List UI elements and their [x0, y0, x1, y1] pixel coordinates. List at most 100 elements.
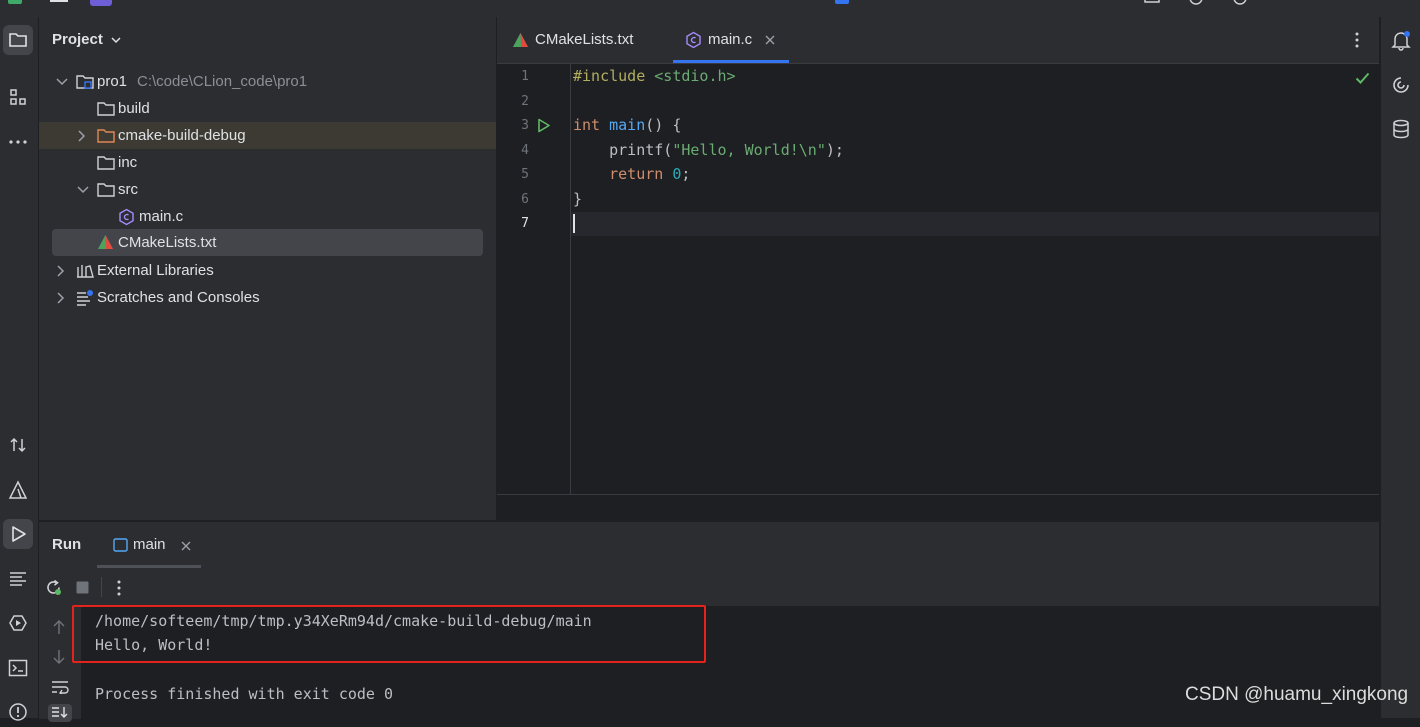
project-panel: Project pro1 C:\code\CLion_code\pro1 bui… — [39, 17, 496, 520]
stop-icon[interactable] — [76, 581, 89, 594]
ai-assistant-icon — [1393, 77, 1409, 93]
line-number: 7 — [521, 216, 529, 231]
module-folder-icon — [76, 75, 94, 89]
arrow-up-icon[interactable] — [53, 619, 65, 635]
code-line-4: printf("Hello, World!\n"); — [573, 141, 844, 159]
commit-tool-button[interactable] — [3, 430, 33, 460]
checkmark-icon[interactable] — [1355, 72, 1370, 84]
arrow-down-icon[interactable] — [53, 649, 65, 665]
tree-item-label: External Libraries — [97, 262, 214, 279]
code-token: ); — [825, 141, 844, 159]
chevron-down-icon — [111, 36, 121, 44]
chevron-down-icon[interactable] — [77, 185, 89, 194]
line-number: 5 — [521, 167, 529, 182]
tree-item-main-c[interactable]: main.c — [39, 203, 496, 230]
chevron-right-icon[interactable] — [56, 292, 65, 304]
highlight-annotation-box — [72, 605, 706, 663]
run-tool-button[interactable] — [3, 519, 33, 549]
line-number: 3 — [521, 118, 529, 133]
database-button[interactable] — [1387, 115, 1415, 143]
code-line-6: } — [573, 190, 582, 208]
folder-icon — [97, 183, 115, 197]
right-tool-stripe — [1380, 17, 1420, 718]
commit-icon — [10, 437, 26, 453]
scroll-to-end-button[interactable] — [48, 704, 72, 722]
tree-item-cmakelists[interactable]: CMakeLists.txt — [52, 229, 483, 256]
chevron-right-icon[interactable] — [56, 265, 65, 277]
tree-item-label: main.c — [139, 208, 184, 225]
line-number: 2 — [521, 94, 529, 109]
more-tools-button[interactable] — [3, 127, 33, 157]
watermark: CSDN @huamu_xingkong — [1185, 684, 1409, 705]
problems-tool-button[interactable] — [3, 697, 33, 727]
tab-cmakelists[interactable]: CMakeLists.txt — [512, 17, 662, 63]
code-line-5: return 0; — [573, 165, 690, 183]
tree-item-label: build — [118, 100, 150, 117]
project-panel-title[interactable]: Project — [52, 31, 121, 48]
left-tool-stripe — [0, 17, 39, 721]
tree-item-label: pro1 — [97, 73, 128, 90]
terminal-tool-button[interactable] — [3, 653, 33, 683]
line-number: 1 — [521, 69, 529, 84]
folder-icon — [9, 33, 27, 47]
code-token: printf( — [609, 141, 673, 159]
tree-item-label: cmake-build-debug — [118, 127, 246, 144]
cmake-tool-button[interactable] — [3, 475, 33, 505]
tree-item-cmake-build-debug[interactable]: cmake-build-debug — [39, 122, 496, 149]
todo-tool-button[interactable] — [3, 564, 33, 594]
editor-bottom-area — [497, 494, 1379, 521]
tree-item-src[interactable]: src — [39, 176, 496, 203]
scratches-icon — [77, 290, 93, 306]
chevron-down-icon[interactable] — [56, 77, 68, 86]
current-line-highlight — [571, 212, 1379, 236]
code-token: return — [609, 165, 664, 183]
run-panel: Run main /home/softeem/tmp/tmp.y34XeRm94… — [39, 521, 1379, 722]
tree-item-pro1[interactable]: pro1 C:\code\CLion_code\pro1 — [39, 68, 496, 95]
soft-wrap-icon[interactable] — [51, 680, 69, 694]
tree-item-label: src — [118, 181, 138, 198]
toolbar-divider — [101, 577, 102, 597]
run-gutter-icon[interactable] — [537, 118, 551, 133]
project-tool-button[interactable] — [3, 25, 33, 55]
c-file-icon — [119, 208, 134, 226]
todo-icon — [10, 572, 26, 586]
close-icon[interactable] — [765, 35, 775, 45]
console-line: Process finished with exit code 0 — [95, 685, 394, 703]
more-vertical-icon[interactable] — [1354, 32, 1360, 48]
code-token: <stdio.h> — [654, 67, 736, 85]
tab-label: CMakeLists.txt — [535, 31, 634, 48]
services-icon — [9, 615, 27, 631]
folder-icon — [97, 156, 115, 170]
tab-main-c[interactable]: main.c — [673, 17, 789, 63]
notifications-button[interactable] — [1387, 26, 1415, 54]
text-caret — [573, 214, 575, 233]
code-editor[interactable]: 1 2 3 4 5 6 7 #include <stdio.h> int mai… — [497, 64, 1379, 494]
tree-item-build[interactable]: build — [39, 95, 496, 122]
tree-item-external-libraries[interactable]: External Libraries — [39, 257, 496, 284]
close-icon[interactable] — [181, 541, 191, 551]
ai-assistant-button[interactable] — [1387, 71, 1415, 99]
cmake-file-icon — [513, 33, 528, 47]
main-toolbar — [0, 0, 1420, 18]
code-line-3: int main() { — [573, 116, 681, 134]
active-tab-indicator — [673, 60, 789, 63]
code-token: "Hello, World!\n" — [672, 141, 826, 159]
run-toolbar — [39, 568, 1379, 607]
console-icon — [113, 538, 128, 552]
code-line-1: #include <stdio.h> — [573, 67, 736, 85]
tree-item-inc[interactable]: inc — [39, 149, 496, 176]
rerun-icon[interactable] — [45, 579, 62, 596]
notifications-icon — [1391, 31, 1411, 51]
code-token: main — [609, 116, 646, 134]
cmake-icon — [8, 480, 28, 499]
folder-icon — [97, 102, 115, 116]
project-title-label: Project — [52, 31, 103, 48]
run-tab-main[interactable]: main — [97, 522, 201, 568]
more-vertical-icon[interactable] — [116, 580, 122, 596]
services-tool-button[interactable] — [3, 608, 33, 638]
tree-item-label: inc — [118, 154, 138, 171]
tree-item-scratches[interactable]: Scratches and Consoles — [39, 284, 496, 311]
chevron-right-icon[interactable] — [77, 130, 86, 142]
tree-item-path: C:\code\CLion_code\pro1 — [137, 73, 308, 90]
structure-tool-button[interactable] — [3, 82, 33, 112]
